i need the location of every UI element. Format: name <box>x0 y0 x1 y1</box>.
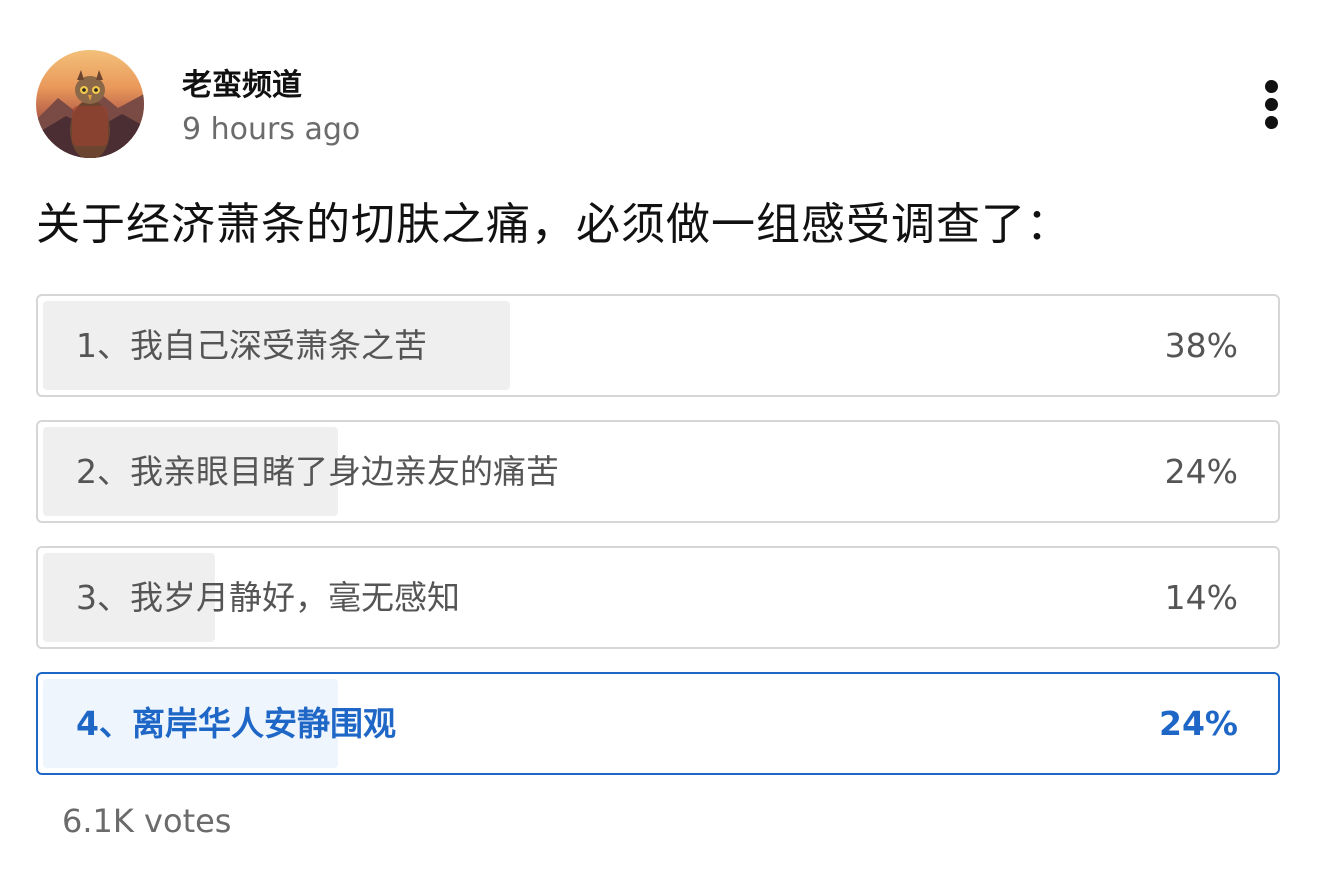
poll-option-1[interactable]: 1、我自己深受萧条之苦 38% <box>36 294 1280 397</box>
more-dot <box>1265 80 1278 93</box>
avatar[interactable] <box>36 50 144 158</box>
poll-question: 关于经济萧条的切肤之痛，必须做一组感受调查了： <box>36 199 1071 250</box>
more-dot <box>1265 98 1278 111</box>
poll-option-label: 1、我自己深受萧条之苦 <box>76 326 427 365</box>
poll-option-percent: 14% <box>1164 578 1238 617</box>
post-header: 老蛮频道 9 hours ago <box>36 50 1286 160</box>
owl-avatar-icon <box>36 70 144 158</box>
poll-option-percent: 38% <box>1164 326 1238 365</box>
vote-count: 6.1K votes <box>62 802 232 840</box>
more-vertical-icon[interactable] <box>1254 78 1290 132</box>
more-dot <box>1265 116 1278 129</box>
poll-option-percent: 24% <box>1159 704 1238 743</box>
post-timestamp: 9 hours ago <box>182 112 361 147</box>
poll-option-2[interactable]: 2、我亲眼目睹了身边亲友的痛苦 24% <box>36 420 1280 523</box>
poll-option-label: 4、离岸华人安静围观 <box>76 704 396 743</box>
poll-option-label: 2、我亲眼目睹了身边亲友的痛苦 <box>76 452 559 491</box>
poll-option-3[interactable]: 3、我岁月静好，毫无感知 14% <box>36 546 1280 649</box>
poll-option-4[interactable]: 4、离岸华人安静围观 24% <box>36 672 1280 775</box>
poll-option-label: 3、我岁月静好，毫无感知 <box>76 578 460 617</box>
channel-name[interactable]: 老蛮频道 <box>182 60 302 104</box>
poll-option-percent: 24% <box>1164 452 1238 491</box>
